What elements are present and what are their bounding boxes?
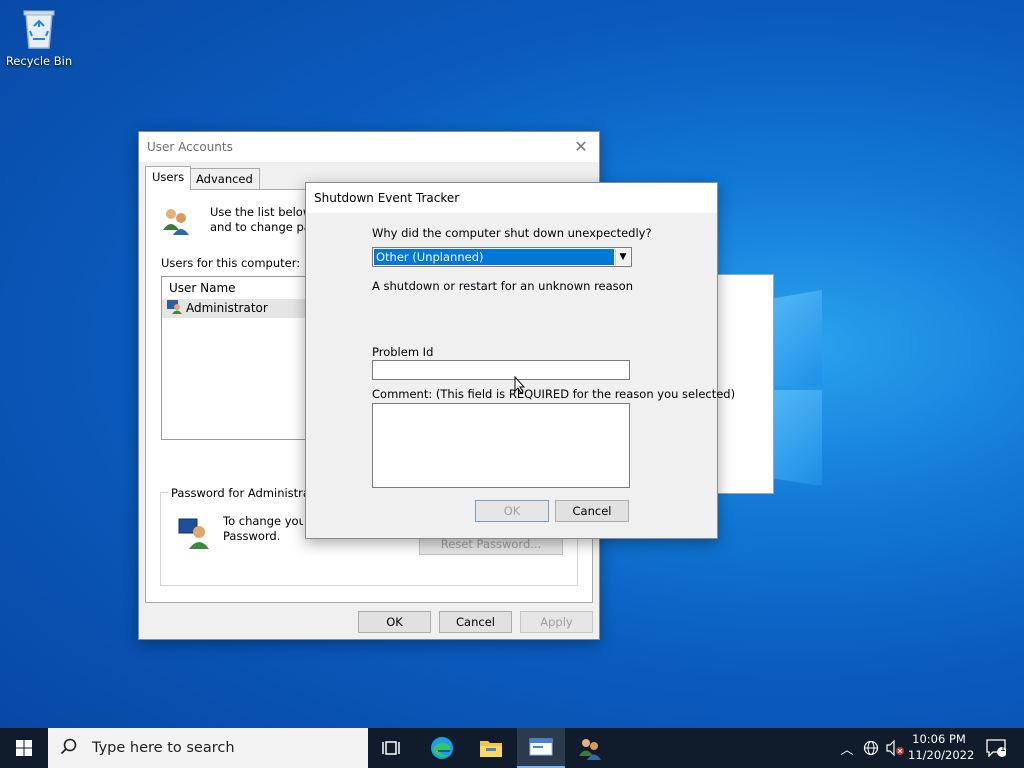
users-group-icon: [160, 204, 192, 236]
shutdown-cancel-button[interactable]: Cancel: [555, 500, 629, 522]
problem-id-field[interactable]: [372, 360, 630, 380]
dialog-window-icon: [529, 738, 553, 756]
users-icon: [579, 739, 601, 760]
user-list[interactable]: User Name Administrator: [161, 276, 313, 440]
tab-advanced[interactable]: Advanced: [189, 168, 260, 189]
user-accounts-titlebar[interactable]: User Accounts ✕: [139, 132, 599, 162]
edge-taskbar-button[interactable]: [418, 728, 466, 768]
mouse-cursor-icon: [514, 375, 526, 394]
user-password-icon: [177, 515, 211, 549]
list-item[interactable]: Administrator: [162, 299, 312, 318]
shutdown-reason-selected: Other (Unplanned): [374, 249, 614, 265]
shutdown-tracker-taskbar-button[interactable]: [517, 728, 565, 768]
search-placeholder: Type here to search: [92, 740, 235, 756]
network-globe-icon: [863, 740, 879, 756]
user-name-column-header[interactable]: User Name: [162, 277, 312, 299]
search-icon: [60, 738, 78, 759]
start-button[interactable]: [0, 728, 48, 768]
taskbar-search-box[interactable]: Type here to search: [48, 728, 368, 768]
user-accounts-taskbar-button[interactable]: [566, 728, 614, 768]
notification-count: 1: [1000, 744, 1006, 754]
volume-muted-icon: [886, 740, 904, 756]
user-icon: [166, 298, 182, 320]
network-button[interactable]: [860, 728, 882, 768]
problem-id-label: Problem Id: [372, 345, 434, 359]
comment-label: Comment: (This field is REQUIRED for the…: [372, 387, 736, 401]
shutdown-event-tracker-dialog: Shutdown Event Tracker Why did the compu…: [305, 182, 735, 539]
file-explorer-taskbar-button[interactable]: [467, 728, 515, 768]
shutdown-tracker-titlebar[interactable]: Shutdown Event Tracker: [306, 183, 717, 213]
password-description: To change your Password.: [223, 514, 303, 543]
user-name: Administrator: [186, 301, 268, 315]
users-for-computer-label: Users for this computer:: [161, 256, 301, 270]
shutdown-reason-description: A shutdown or restart for an unknown rea…: [372, 279, 633, 293]
volume-button[interactable]: [884, 728, 906, 768]
recycle-bin-shortcut[interactable]: Recycle Bin: [4, 6, 74, 68]
shutdown-reason-dropdown[interactable]: Other (Unplanned) ▼: [372, 247, 632, 267]
background-window: [716, 274, 774, 494]
clock[interactable]: 10:06 PM 11/20/2022: [908, 731, 975, 763]
apply-button[interactable]: Apply: [520, 611, 593, 633]
shutdown-reason-question: Why did the computer shut down unexpecte…: [372, 226, 652, 240]
task-view-icon: [382, 741, 400, 755]
tab-users[interactable]: Users: [145, 166, 192, 190]
ok-button[interactable]: OK: [358, 611, 431, 633]
show-hidden-icons-button[interactable]: ︿: [836, 728, 858, 768]
user-accounts-title: User Accounts: [147, 140, 233, 154]
edge-icon: [431, 737, 453, 759]
folder-icon: [480, 741, 502, 757]
clock-date: 11/20/2022: [908, 748, 975, 762]
taskbar: Type here to search ︿ 10:06 PM 11/20/202…: [0, 728, 1024, 768]
clock-time: 10:06 PM: [912, 732, 966, 746]
comment-field[interactable]: [372, 403, 630, 488]
task-view-button[interactable]: [368, 728, 416, 768]
shutdown-ok-button[interactable]: OK: [475, 500, 549, 522]
windows-start-icon: [16, 740, 32, 756]
chevron-up-icon: ︿: [840, 742, 854, 758]
cancel-button[interactable]: Cancel: [439, 611, 512, 633]
shutdown-tracker-body: Why did the computer shut down unexpecte…: [306, 213, 735, 538]
dropdown-arrow-icon[interactable]: ▼: [615, 249, 630, 265]
recycle-bin-label: Recycle Bin: [5, 54, 73, 68]
recycle-bin-icon: [18, 6, 60, 50]
user-accounts-close-button[interactable]: ✕: [571, 132, 591, 162]
shutdown-tracker-title: Shutdown Event Tracker: [314, 191, 460, 205]
action-center-button[interactable]: 1: [976, 728, 1016, 768]
password-group-label: Password for Administrator: [169, 486, 313, 500]
